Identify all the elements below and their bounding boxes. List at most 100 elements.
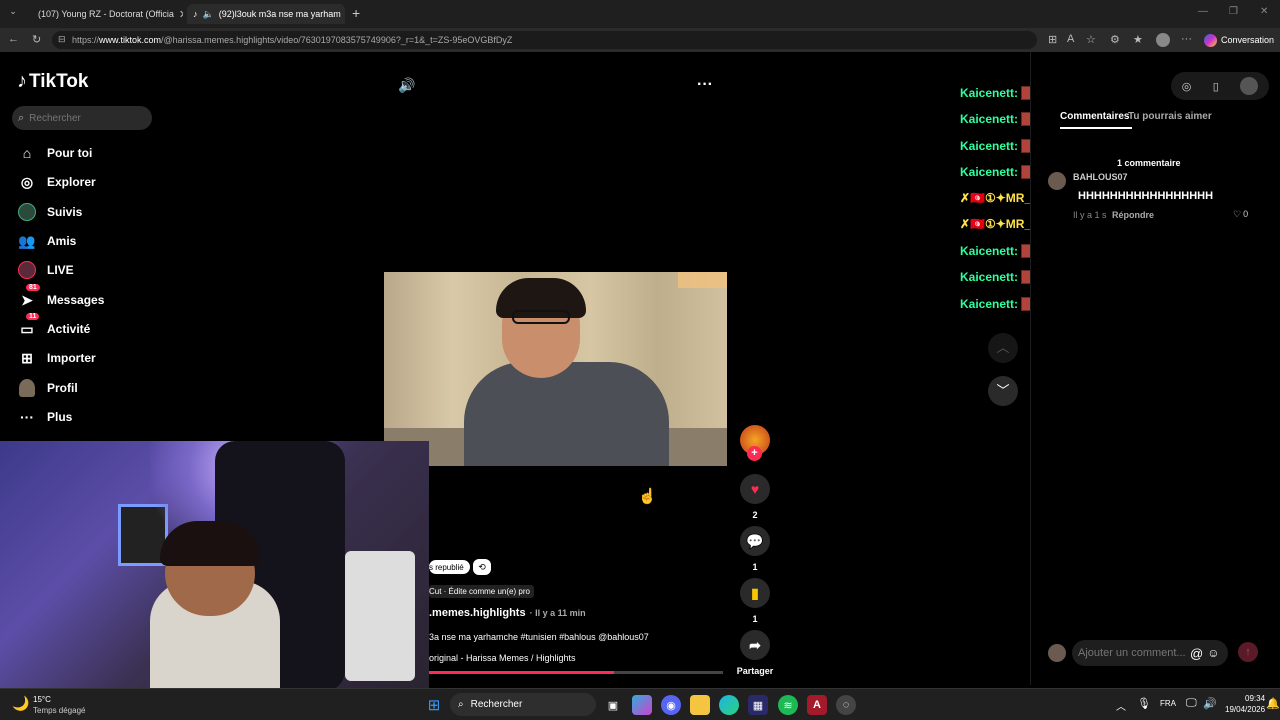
chat-user: Kaicenett: [960, 86, 1019, 100]
volume-icon[interactable]: 🔊 [398, 77, 415, 94]
comment-bubble-icon[interactable]: 💬 [740, 526, 770, 556]
edge-icon[interactable] [719, 695, 739, 715]
capcut-label[interactable]: Cut · Édite comme un(e) pro [429, 585, 534, 598]
tab-actions-chevron-icon[interactable]: ⌄ [6, 6, 20, 20]
coin-icon[interactable]: ◎ [1182, 80, 1192, 93]
store-icon[interactable]: ▦ [748, 695, 768, 715]
video-frame[interactable] [384, 272, 727, 466]
window-close-icon[interactable]: ✕ [1260, 6, 1268, 17]
user-avatar[interactable] [1240, 77, 1259, 95]
spotify-icon[interactable]: ≋ [778, 695, 798, 715]
plus-square-icon: ⊞ [21, 349, 33, 366]
extensions-icon[interactable]: ⚙ [1110, 33, 1120, 46]
tray-chevron-icon[interactable]: ︿ [1116, 698, 1126, 713]
app-available-icon[interactable]: ⊞ [1048, 33, 1057, 46]
tab-youtube[interactable]: (107) Young RZ - Doctorat (Officia ✕ [27, 4, 183, 24]
back-arrow-icon[interactable]: ← [8, 33, 19, 45]
next-video-button[interactable]: ﹀ [988, 376, 1018, 406]
url-prefix: https:// [72, 35, 100, 45]
network-icon[interactable]: 🖵 [1186, 697, 1197, 710]
discord-icon[interactable]: ◉ [661, 695, 681, 715]
comment-input[interactable] [1078, 647, 1186, 659]
video-author[interactable]: .memes.highlights [429, 607, 526, 619]
site-info-icon[interactable]: ⊟ [58, 34, 66, 45]
clock[interactable]: 09:34 19/04/2026 [1225, 693, 1265, 715]
video-person-shirt [464, 362, 669, 466]
copilot-app-icon[interactable] [632, 695, 652, 715]
search-box[interactable]: ⌕ [12, 106, 152, 130]
video-progress-track[interactable] [429, 671, 723, 674]
comment-action[interactable]: 💬 1 [738, 526, 772, 572]
speaker-icon[interactable]: 🔈 [203, 9, 214, 20]
translate-icon[interactable]: A [1067, 33, 1074, 45]
send-arrow-icon[interactable]: ↑ [1238, 642, 1258, 662]
commenter-avatar[interactable] [1048, 172, 1066, 190]
sidebar-item-pour-toi[interactable]: ⌂ Pour toi [17, 142, 93, 164]
video-light [678, 272, 727, 288]
repost-icon[interactable]: ⟲ [473, 559, 491, 575]
device-icon[interactable]: ▯ [1213, 80, 1219, 93]
video-music-row[interactable]: original - Harissa Memes / Highlights [429, 653, 576, 663]
emoji-icon[interactable]: ☺ [1207, 646, 1219, 660]
profile-avatar-icon [17, 378, 37, 398]
task-view-icon[interactable]: ▣ [603, 695, 623, 715]
language-indicator[interactable]: FRA [1160, 699, 1176, 708]
app-a-icon[interactable]: A [807, 695, 827, 715]
reply-button[interactable]: Répondre [1112, 210, 1154, 220]
sidebar-item-activite[interactable]: ▭ 11 Activité [17, 313, 90, 340]
maximize-icon[interactable]: ❐ [1229, 6, 1238, 17]
comment-like[interactable]: ♡ 0 [1233, 209, 1248, 220]
like-action[interactable]: ♥ 2 [738, 474, 772, 520]
sidebar-item-plus[interactable]: ··· Plus [17, 406, 72, 428]
tiktok-icon: ♪ [193, 9, 198, 19]
taskbar-search[interactable]: ⌕ Rechercher [450, 693, 596, 716]
heart-icon[interactable]: ♥ [740, 474, 770, 504]
chat-message: Kaicenett: [960, 270, 1035, 284]
volume-tray-icon[interactable]: 🔊 [1203, 697, 1217, 710]
windows-start-icon[interactable]: ⊞ [424, 695, 444, 715]
search-input[interactable] [29, 112, 140, 124]
reposted-pill[interactable]: s republié [429, 560, 470, 574]
sidebar-item-suivis[interactable]: Suivis [17, 201, 82, 223]
share-action[interactable]: ➦ Partager [734, 630, 776, 676]
favorite-star-icon[interactable]: ☆ [1086, 33, 1096, 46]
tab-tiktok[interactable]: ♪ 🔈 (92)l3ouk m3a nse ma yarham ✕ [187, 4, 345, 24]
sidebar-item-importer[interactable]: ⊞ Importer [17, 347, 96, 369]
reload-icon[interactable]: ↻ [32, 33, 41, 46]
previous-video-button[interactable]: ︿ [988, 333, 1018, 363]
microphone-icon[interactable]: 🎙 [1137, 697, 1151, 710]
tiktok-logo[interactable]: ♪ TikTok [17, 70, 88, 93]
file-explorer-icon[interactable] [690, 695, 710, 715]
sidebar-item-profil[interactable]: Profil [17, 377, 78, 399]
save-action[interactable]: ▮ 1 [738, 578, 772, 624]
comment-input-box[interactable]: @ ☺ [1072, 640, 1228, 666]
close-icon[interactable]: ✕ [179, 8, 183, 21]
tab-suggested[interactable]: Tu pourrais aimer [1128, 111, 1212, 122]
favorites-icon[interactable]: ★ [1133, 33, 1143, 46]
comment-user[interactable]: BAHLOUS07 [1073, 172, 1128, 182]
sidebar-item-amis[interactable]: 👥 Amis [17, 230, 76, 252]
tab-comments[interactable]: Commentaires [1060, 111, 1129, 122]
obs-icon[interactable]: ◌ [836, 695, 856, 715]
more-options-icon[interactable]: ··· [697, 76, 713, 94]
chat-user: Kaicenett: [960, 112, 1019, 126]
weather-moon-icon[interactable]: 🌙 [12, 695, 29, 712]
weather-widget[interactable]: 15°C Temps dégagé [33, 694, 85, 716]
share-arrow-icon[interactable]: ➦ [740, 630, 770, 660]
sidebar-item-messages[interactable]: ➤ 81 Messages [17, 284, 104, 311]
sidebar-item-live[interactable]: LIVE [17, 259, 74, 281]
new-tab-button[interactable]: + [352, 5, 360, 21]
minimize-icon[interactable]: — [1198, 6, 1208, 17]
copilot-button[interactable]: Conversation [1204, 32, 1274, 48]
follow-plus-icon[interactable]: + [747, 446, 762, 461]
profile-avatar-icon[interactable] [1156, 33, 1170, 47]
sidebar-item-explorer[interactable]: ◎ Explorer [17, 171, 96, 193]
mention-icon[interactable]: @ [1190, 646, 1203, 661]
url-field[interactable]: ⊟ https://www.tiktok.com/@harissa.memes.… [52, 31, 1037, 49]
video-time: · Il y a 11 min [529, 608, 586, 618]
notification-bell-icon[interactable]: 🔔 [1266, 697, 1280, 710]
more-menu-icon[interactable]: ··· [1181, 33, 1192, 45]
video-author-row: .memes.highlights · Il y a 11 min [429, 607, 586, 619]
bookmark-icon[interactable]: ▮ [740, 578, 770, 608]
comment-text: HHHHHHHHHHHHHHHHH [1078, 190, 1214, 202]
